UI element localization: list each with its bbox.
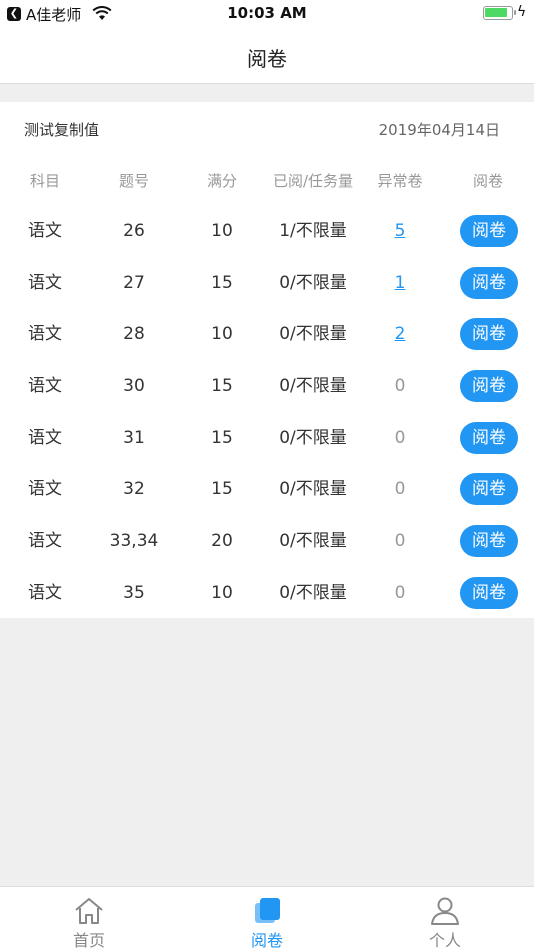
cell-subject: 语文: [28, 531, 62, 552]
table-row: 语文 33,34 20 0/不限量 0 阅卷: [0, 515, 534, 567]
tab-home-label: 首页: [72, 931, 105, 950]
exam-date: 2019年04月14日: [378, 121, 500, 139]
cell-full-score: 10: [211, 582, 233, 603]
cell-full-score: 10: [211, 324, 233, 345]
review-button[interactable]: 阅卷: [460, 421, 518, 454]
cell-question-no: 27: [123, 272, 145, 293]
table-row: 语文 30 15 0/不限量 0 阅卷: [0, 360, 534, 412]
cell-question-no: 32: [123, 479, 145, 500]
cell-subject: 语文: [28, 272, 62, 293]
tab-review-label: 阅卷: [250, 931, 283, 950]
abnormal-count: 0: [394, 582, 406, 603]
table-row: 语文 28 10 0/不限量 2 阅卷: [0, 308, 534, 360]
cell-read-task: 0/不限量: [279, 531, 347, 552]
tab-bar: 首页 阅卷 个人: [0, 886, 534, 950]
cell-subject: 语文: [28, 221, 62, 241]
table-row: 语文 31 15 0/不限量 0 阅卷: [0, 412, 534, 464]
cell-read-task: 0/不限量: [279, 324, 347, 345]
cell-read-task: 0/不限量: [279, 376, 347, 397]
header-read-task: 已阅/任务量: [272, 172, 354, 190]
tab-me-label: 个人: [428, 931, 461, 950]
table-row: 语文 32 15 0/不限量 0 阅卷: [0, 463, 534, 515]
table-row: 语文 27 15 0/不限量 1 阅卷: [0, 257, 534, 309]
cell-question-no: 33,34: [109, 531, 159, 552]
review-button[interactable]: 阅卷: [460, 266, 518, 299]
cell-question-no: 26: [123, 221, 145, 241]
tab-home[interactable]: 首页: [0, 887, 178, 950]
home-icon: [75, 898, 103, 924]
review-icon: [255, 898, 280, 923]
status-time: 10:03 AM: [227, 4, 307, 22]
cell-question-no: 30: [123, 376, 145, 397]
abnormal-count: 0: [394, 479, 406, 500]
exam-card: 测试复制值 2019年04月14日 科目 题号 满分 已阅/任务量 异常卷 阅卷…: [0, 102, 534, 618]
cell-read-task: 0/不限量: [279, 479, 347, 500]
person-icon: [431, 897, 459, 925]
cell-subject: 语文: [28, 376, 62, 397]
review-button[interactable]: 阅卷: [460, 525, 518, 558]
cell-subject: 语文: [28, 427, 62, 448]
cell-question-no: 35: [123, 582, 145, 603]
review-button[interactable]: 阅卷: [460, 370, 518, 403]
cell-full-score: 15: [211, 479, 233, 500]
review-button[interactable]: 阅卷: [460, 318, 518, 351]
navigation-bar: 阅卷: [0, 28, 534, 84]
review-button[interactable]: 阅卷: [460, 215, 518, 247]
cell-subject: 语文: [28, 479, 62, 500]
header-full-score: 满分: [206, 172, 237, 190]
table-row: 语文 26 10 1/不限量 5 阅卷: [0, 205, 534, 257]
review-button[interactable]: 阅卷: [460, 576, 518, 609]
cell-read-task: 0/不限量: [279, 427, 347, 448]
table-header: 科目 题号 满分 已阅/任务量 异常卷 阅卷: [0, 170, 534, 192]
cell-full-score: 15: [211, 427, 233, 448]
cell-full-score: 15: [211, 272, 233, 293]
table-row: 语文 35 10 0/不限量 0 阅卷: [0, 567, 534, 619]
abnormal-count: 0: [394, 376, 406, 397]
header-question-no: 题号: [118, 172, 149, 190]
cell-question-no: 28: [123, 324, 145, 345]
cell-read-task: 0/不限量: [279, 272, 347, 293]
abnormal-count-link[interactable]: 5: [370, 219, 430, 243]
cell-full-score: 10: [211, 221, 233, 241]
table-body: 语文 26 10 1/不限量 5 阅卷 语文 27 15 0/不限量 1 阅卷 …: [0, 205, 534, 619]
cell-read-task: 1/不限量: [279, 221, 347, 241]
abnormal-count-link[interactable]: 2: [370, 322, 430, 346]
abnormal-count-link[interactable]: 1: [370, 271, 430, 295]
abnormal-count: 0: [394, 427, 406, 448]
review-button[interactable]: 阅卷: [460, 473, 518, 506]
cell-read-task: 0/不限量: [279, 582, 347, 603]
cell-subject: 语文: [28, 324, 62, 345]
tab-review[interactable]: 阅卷: [178, 887, 356, 950]
cell-subject: 语文: [28, 582, 62, 603]
status-bar: ❮ A佳老师 10:03 AM ϟ: [0, 0, 534, 28]
abnormal-count: 0: [394, 531, 406, 552]
tab-me[interactable]: 个人: [356, 887, 534, 950]
battery-icon: [483, 6, 516, 20]
header-subject: 科目: [29, 172, 60, 190]
cell-full-score: 15: [211, 376, 233, 397]
cell-full-score: 20: [211, 531, 233, 552]
page-title: 阅卷: [247, 47, 287, 71]
header-abnormal: 异常卷: [377, 172, 423, 190]
cell-question-no: 31: [123, 427, 145, 448]
exam-name: 测试复制值: [24, 121, 100, 139]
charging-icon: ϟ: [517, 4, 527, 20]
header-action: 阅卷: [472, 172, 503, 190]
